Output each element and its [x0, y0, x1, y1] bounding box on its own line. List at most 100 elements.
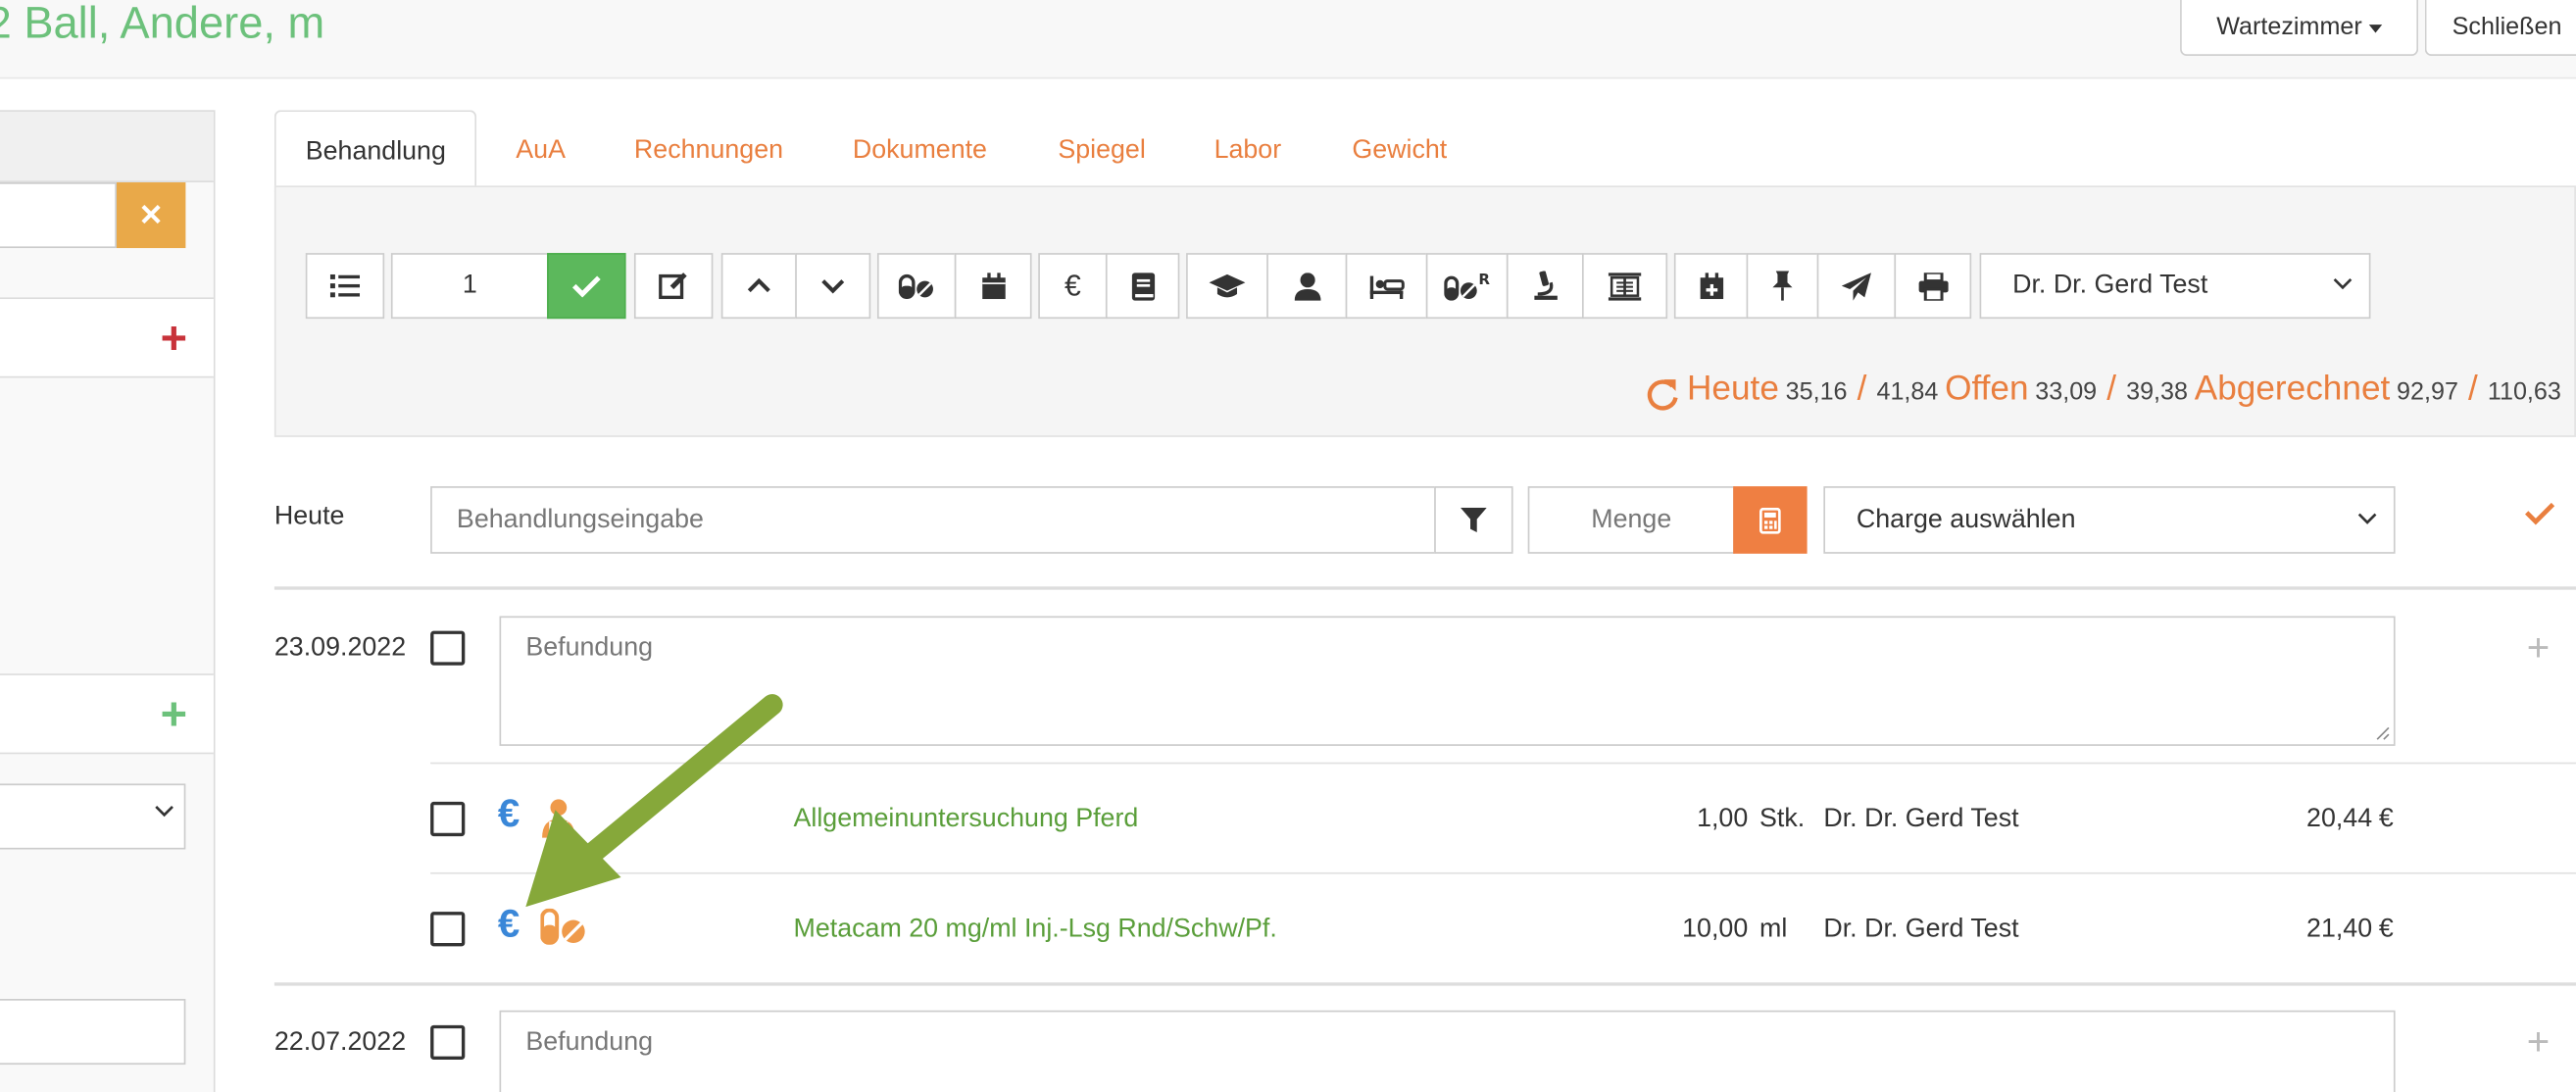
separator: /: [1857, 370, 1867, 408]
add-red-plus-icon[interactable]: +: [161, 315, 187, 362]
bed-icon: [1369, 275, 1405, 300]
item-name[interactable]: Metacam 20 mg/ml Inj.-Lsg Rnd/Schw/Pf.: [794, 916, 1277, 945]
row-checkbox[interactable]: [430, 912, 466, 947]
left-sidebar: ✕ + +: [0, 110, 216, 1092]
refresh-icon[interactable]: [1646, 377, 1679, 411]
add-item-plus-icon[interactable]: +: [2527, 1022, 2550, 1063]
item-price: 20,44: [2306, 805, 2373, 833]
print-icon: [1917, 272, 1948, 300]
pin-button[interactable]: [1746, 253, 1819, 320]
entry-date-label: Heute: [273, 502, 345, 531]
edit-button[interactable]: [633, 253, 714, 320]
move-up-button[interactable]: [720, 253, 797, 320]
sidebar-section-2: +: [0, 673, 214, 755]
xray-button[interactable]: [1581, 253, 1668, 320]
list-icon: [329, 273, 361, 298]
findings-placeholder: Befundung: [525, 1028, 654, 1057]
tab-spiegel[interactable]: Spiegel: [1028, 110, 1175, 192]
item-currency: €: [2378, 805, 2394, 833]
inpatient-button[interactable]: [1345, 253, 1428, 320]
book-icon: [1130, 272, 1155, 300]
row-checkbox[interactable]: [430, 801, 466, 837]
book-button[interactable]: [1105, 253, 1180, 320]
add-green-plus-icon[interactable]: +: [161, 691, 187, 738]
prescription-button[interactable]: R: [1425, 253, 1509, 320]
findings-textarea[interactable]: Befundung: [499, 1010, 2396, 1092]
lab-button[interactable]: [1506, 253, 1584, 320]
calculator-button[interactable]: [1733, 486, 1808, 554]
item-quantity: 10,00: [1682, 915, 1749, 944]
chevron-down-icon: [821, 279, 845, 294]
medication-button[interactable]: [876, 253, 957, 320]
row-divider: [430, 762, 2576, 765]
move-down-button[interactable]: [795, 253, 871, 320]
amount-placeholder: Menge: [1591, 505, 1672, 533]
tab-labor[interactable]: Labor: [1184, 110, 1311, 192]
microscope-icon: [1533, 271, 1558, 300]
clear-button[interactable]: ✕: [116, 182, 186, 249]
billing-button[interactable]: €: [1038, 253, 1108, 320]
findings-textarea[interactable]: Befundung: [499, 616, 2396, 746]
euro-icon[interactable]: €: [498, 902, 520, 948]
chevron-down-icon: [155, 805, 173, 818]
chevron-down-icon: [2333, 277, 2353, 290]
batch-select[interactable]: Charge auswählen: [1823, 486, 2396, 554]
graduation-cap-icon: [1209, 273, 1246, 297]
close-label: Schließen: [2452, 13, 2562, 41]
filter-icon: [1460, 507, 1487, 532]
sidebar-input-bottom[interactable]: [0, 999, 186, 1066]
education-button[interactable]: [1186, 253, 1268, 320]
amount-input[interactable]: Menge: [1527, 486, 1735, 554]
patient-title: 2 Ball, Andere, m: [0, 0, 325, 48]
calendar-plus-icon: [1699, 272, 1723, 299]
tab-behandlung[interactable]: Behandlung: [273, 110, 477, 194]
patient-owner-button[interactable]: [1266, 253, 1348, 320]
sidebar-header: [0, 111, 214, 183]
sidebar-select[interactable]: [0, 783, 186, 850]
close-button[interactable]: Schließen: [2424, 0, 2576, 56]
record-checkbox[interactable]: [430, 1024, 466, 1061]
treatment-input[interactable]: Behandlungseingabe: [430, 486, 1436, 554]
tab-dokumente[interactable]: Dokumente: [823, 110, 1016, 192]
tab-rechnungen[interactable]: Rechnungen: [605, 110, 813, 192]
tab-gewicht[interactable]: Gewicht: [1322, 110, 1476, 192]
waiting-room-button[interactable]: Wartezimmer: [2180, 0, 2419, 56]
send-button[interactable]: [1816, 253, 1897, 320]
open-value: 33,09: [2035, 377, 2098, 406]
open-label: Offen: [1945, 370, 2029, 408]
billed-value: 92,97: [2397, 377, 2458, 406]
doctor-select[interactable]: Dr. Dr. Gerd Test: [1979, 253, 2371, 320]
sidebar-search-input[interactable]: [0, 182, 117, 249]
chevron-down-icon: [2357, 513, 2377, 524]
confirm-button[interactable]: [547, 253, 626, 320]
separator: /: [2468, 370, 2478, 408]
calculator-icon: [1759, 507, 1781, 533]
item-doctor: Dr. Dr. Gerd Test: [1823, 915, 2019, 944]
calendar-icon: [981, 272, 1005, 299]
check-icon: [571, 275, 601, 298]
record-checkbox[interactable]: [430, 630, 466, 666]
item-doctor: Dr. Dr. Gerd Test: [1823, 805, 2019, 833]
euro-icon[interactable]: €: [498, 792, 520, 838]
save-check-icon[interactable]: [2523, 500, 2556, 526]
add-item-plus-icon[interactable]: +: [2527, 628, 2550, 669]
tab-aua[interactable]: AuA: [486, 110, 595, 192]
today-value: 35,16: [1785, 377, 1848, 406]
appointment-button[interactable]: [1673, 253, 1749, 320]
thumbtack-icon: [1772, 271, 1793, 301]
list-button[interactable]: [305, 253, 385, 320]
record-date: 22.07.2022: [273, 1028, 407, 1057]
today-total: 41,84: [1876, 377, 1939, 406]
item-name[interactable]: Allgemeinuntersuchung Pferd: [794, 805, 1139, 834]
user-icon: [1293, 272, 1320, 300]
row-divider: [430, 871, 2576, 874]
divider: [273, 586, 2576, 590]
quantity-input[interactable]: 1: [390, 253, 549, 320]
calendar-button[interactable]: [954, 253, 1032, 320]
print-button[interactable]: [1894, 253, 1972, 320]
edit-icon: [659, 273, 687, 300]
resize-grip-icon[interactable]: [2374, 724, 2391, 741]
filter-button[interactable]: [1434, 486, 1513, 554]
totals-bar: Heute 35,16 / 41,84 Offen 33,09 / 39,38 …: [1646, 370, 2567, 419]
times-icon: ✕: [138, 197, 164, 231]
